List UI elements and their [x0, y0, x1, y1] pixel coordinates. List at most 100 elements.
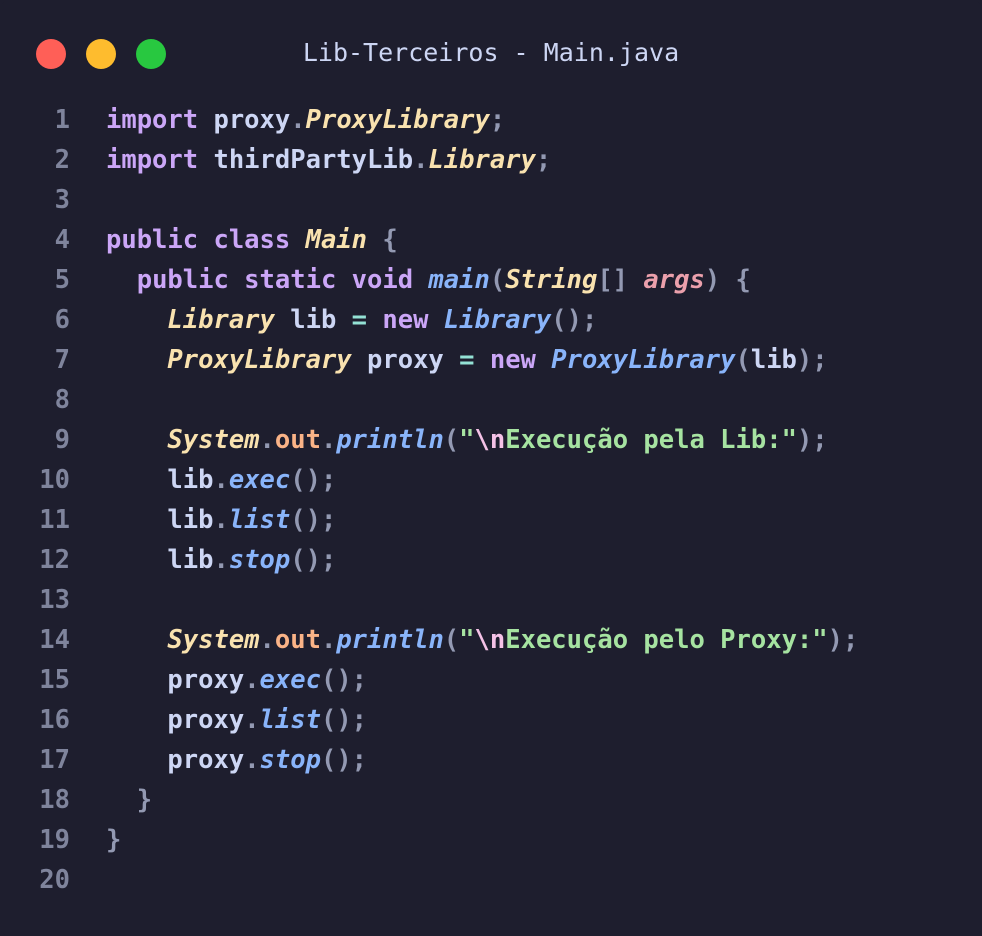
code-text: proxy.exec(); — [106, 660, 367, 700]
token-id: proxy — [351, 345, 460, 375]
code-text: } — [106, 820, 121, 860]
line-number: 19 — [39, 825, 70, 855]
code-line: 9 System.out.println("\nExecução pela Li… — [0, 420, 982, 460]
code-line: 2 import thirdPartyLib.Library; — [0, 140, 982, 180]
token-punct: ); — [827, 625, 859, 655]
code-line: 18 } — [0, 780, 982, 820]
line-number: 17 — [39, 745, 70, 775]
token-punct: } — [136, 785, 153, 815]
token-punct: . — [213, 545, 229, 575]
code-line: 6 Library lib = new Library(); — [0, 300, 982, 340]
code-text: proxy.stop(); — [106, 740, 367, 780]
code-text: public class Main { — [106, 220, 398, 260]
token-fn: Library — [443, 305, 552, 335]
code-text: Library lib = new Library(); — [106, 300, 597, 340]
token-fn: stop — [259, 745, 321, 775]
code-text: import proxy.ProxyLibrary; — [106, 100, 505, 140]
token-id: proxy — [198, 105, 291, 135]
token-type-i: System — [167, 425, 260, 455]
token-punct: ; — [535, 145, 552, 175]
token-punct: { — [367, 225, 398, 255]
title-bar: Lib-Terceiros - Main.java — [0, 0, 982, 108]
token-type-i: Library — [167, 305, 275, 335]
token-fn: println — [336, 625, 444, 655]
code-text: lib.stop(); — [106, 540, 336, 580]
line-number: 2 — [54, 145, 70, 175]
line-number: 13 — [39, 585, 70, 615]
token-fn: main — [428, 265, 490, 295]
token-fn: stop — [228, 545, 291, 575]
code-line: 14 System.out.println("\nExecução pelo P… — [0, 620, 982, 660]
line-number: 10 — [39, 465, 70, 495]
token-str: Execução pelo Proxy:" — [505, 625, 828, 655]
code-line: 12 lib.stop(); — [0, 540, 982, 580]
line-number: 16 — [39, 705, 70, 735]
code-line: 8 — [0, 380, 982, 420]
token-punct: . — [213, 505, 229, 535]
token-punct: ( — [443, 625, 460, 655]
code-line: 1 import proxy.ProxyLibrary; — [0, 100, 982, 140]
token-id: proxy — [167, 705, 245, 735]
code-text: lib.list(); — [106, 500, 336, 540]
token-punct: . — [244, 745, 260, 775]
token-str: " — [459, 625, 475, 655]
code-line: 5 public static void main(String[] args)… — [0, 260, 982, 300]
token-kw: public static void — [136, 265, 429, 295]
code-editor: 1 import proxy.ProxyLibrary; 2 import third… — [0, 100, 982, 900]
token-id: thirdPartyLib — [198, 145, 414, 175]
token-str: " — [459, 425, 475, 455]
code-window: Lib-Terceiros - Main.java 1 import proxy.… — [0, 0, 982, 936]
token-punct: ); — [796, 425, 828, 455]
token-param: args — [643, 265, 705, 295]
token-type-i: String — [505, 265, 598, 295]
line-number: 18 — [39, 785, 70, 815]
line-number: 8 — [54, 385, 70, 415]
line-number: 6 — [54, 305, 70, 335]
token-type-i: ProxyLibrary — [167, 345, 352, 375]
token-kw: import — [106, 105, 199, 135]
line-number: 4 — [54, 225, 70, 255]
token-esc: \n — [474, 625, 506, 655]
token-fn: list — [228, 505, 291, 535]
code-line: 11 lib.list(); — [0, 500, 982, 540]
token-punct: . — [244, 705, 260, 735]
token-id: lib — [167, 465, 214, 495]
code-line: 17 proxy.stop(); — [0, 740, 982, 780]
code-text: ProxyLibrary proxy = new ProxyLibrary(li… — [106, 340, 828, 380]
line-number: 5 — [54, 265, 70, 295]
token-punct: ); — [796, 345, 828, 375]
code-line: 16 proxy.list(); — [0, 700, 982, 740]
token-punct: . — [259, 625, 275, 655]
token-punct: . — [320, 625, 337, 655]
code-line: 10 lib.exec(); — [0, 460, 982, 500]
token-punct: . — [213, 465, 229, 495]
code-text: proxy.list(); — [106, 700, 367, 740]
token-kw: new — [367, 305, 444, 335]
token-id: proxy — [167, 745, 245, 775]
code-line: 3 — [0, 180, 982, 220]
token-id: lib — [167, 505, 214, 535]
token-field: out — [274, 625, 321, 655]
token-field: out — [274, 425, 321, 455]
code-line: 7 ProxyLibrary proxy = new ProxyLibrary(… — [0, 340, 982, 380]
line-number: 9 — [54, 425, 70, 455]
token-id: proxy — [167, 665, 245, 695]
token-punct: [] — [597, 265, 644, 295]
token-punct: ( — [443, 425, 460, 455]
token-punct: (); — [290, 465, 337, 495]
token-type-i: System — [167, 625, 260, 655]
line-number: 1 — [54, 105, 70, 135]
code-text: System.out.println("\nExecução pelo Prox… — [106, 620, 858, 660]
line-number: 11 — [39, 505, 70, 535]
code-line: 13 — [0, 580, 982, 620]
token-punct: . — [320, 425, 337, 455]
token-type-i: Library — [428, 145, 536, 175]
token-punct: (); — [320, 705, 368, 735]
